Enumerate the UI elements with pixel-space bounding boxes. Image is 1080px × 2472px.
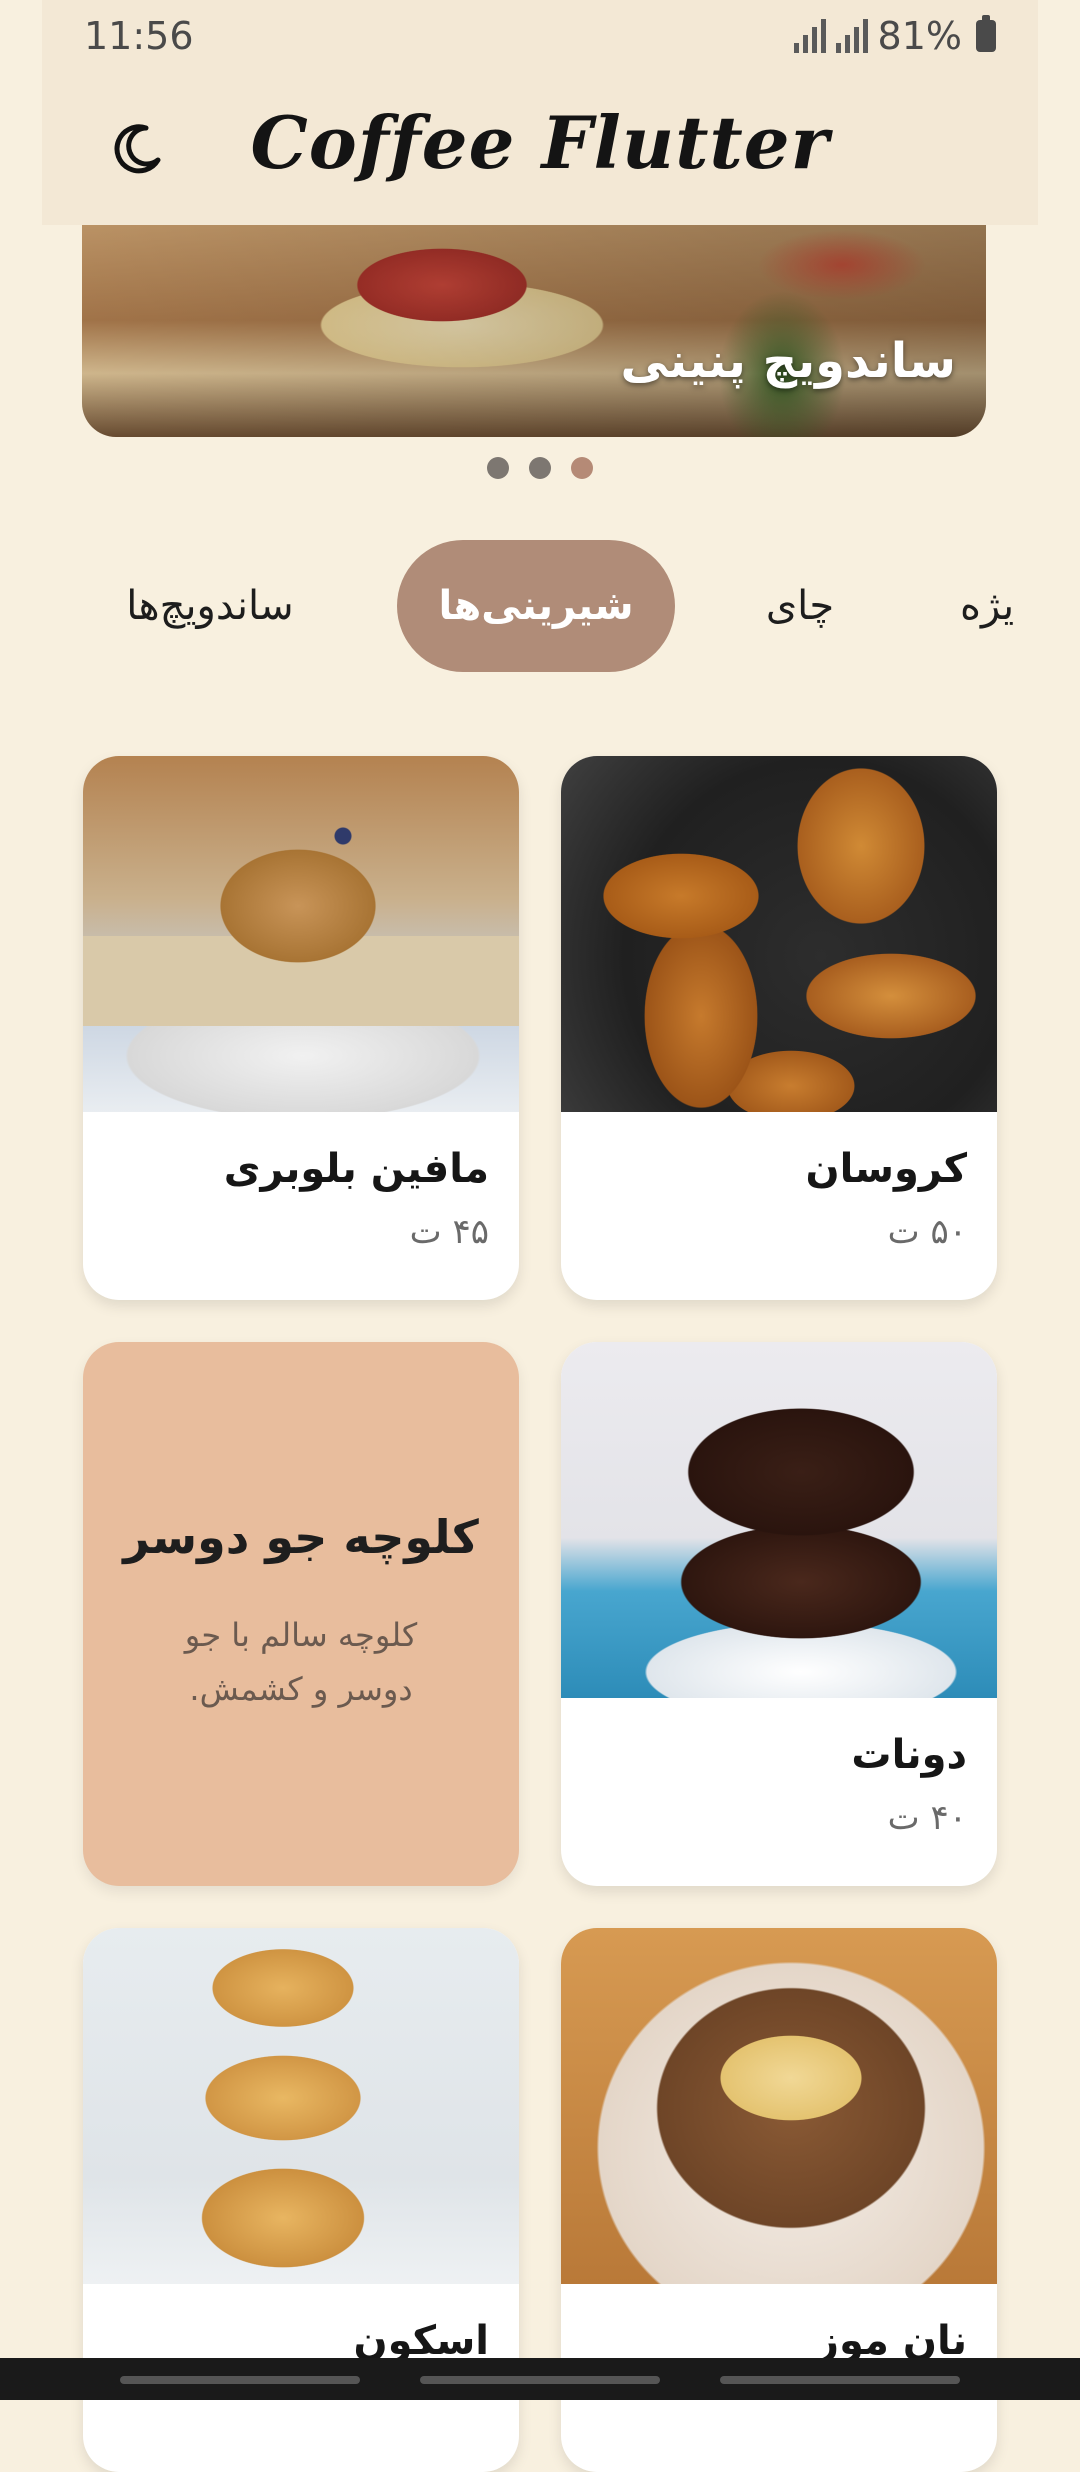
status-indicators: 81% [793, 14, 996, 58]
nav-back[interactable] [120, 2376, 360, 2384]
product-image [561, 756, 997, 1112]
tab-tea[interactable]: چای [740, 540, 860, 672]
promo-description: کلوچه سالم با جو دوسر و کشمش. [184, 1616, 418, 1708]
promo-card-oat-cookie[interactable]: کلوچه جو دوسر کلوچه سالم با جو دوسر و کش… [83, 1342, 519, 1886]
product-name: دونات [851, 1732, 967, 1778]
product-name: کروسان [805, 1146, 967, 1192]
status-time: 11:56 [84, 14, 194, 58]
system-nav-bar [0, 2358, 1080, 2400]
product-image [83, 756, 519, 1112]
battery-percent: 81% [877, 14, 962, 58]
banner-title: ساندویچ پنینی [620, 333, 956, 389]
carousel-dot[interactable] [487, 457, 509, 479]
product-name: مافین بلوبری [223, 1146, 489, 1192]
product-price: ۵۰ ت [887, 1212, 967, 1252]
product-image [83, 1928, 519, 2284]
promo-title: کلوچه جو دوسر [123, 1510, 479, 1564]
status-bar: 11:56 81% [42, 0, 1038, 80]
signal-icon [793, 19, 826, 53]
nav-recents[interactable] [720, 2376, 960, 2384]
tab-sandwiches[interactable]: ساندویچ‌ها [110, 540, 310, 672]
product-card-croissant[interactable]: کروسان ۵۰ ت [561, 756, 997, 1300]
app-bar: Coffee Flutter [42, 80, 1038, 225]
carousel-dots [0, 457, 1080, 479]
carousel-dot[interactable] [529, 457, 551, 479]
product-image [561, 1342, 997, 1698]
banner-carousel[interactable]: ساندویچ پنینی [82, 225, 986, 437]
product-price: ۴۵ ت [409, 1212, 489, 1252]
carousel-dot-active[interactable] [571, 457, 593, 479]
category-tabs: ساندویچ‌ها شیرینی‌ها چای یژه [0, 540, 1080, 672]
tab-pastries[interactable]: شیرینی‌ها [397, 540, 675, 672]
app-title: Coffee Flutter [250, 100, 830, 185]
product-image [561, 1928, 997, 2284]
product-price: ۴۰ ت [887, 1798, 967, 1838]
signal-icon [835, 19, 868, 53]
nav-home[interactable] [420, 2376, 660, 2384]
product-card-blueberry-muffin[interactable]: مافین بلوبری ۴۵ ت [83, 756, 519, 1300]
product-card-donut[interactable]: دونات ۴۰ ت [561, 1342, 997, 1886]
battery-icon [976, 15, 996, 52]
tab-special[interactable]: یژه [960, 540, 1080, 672]
